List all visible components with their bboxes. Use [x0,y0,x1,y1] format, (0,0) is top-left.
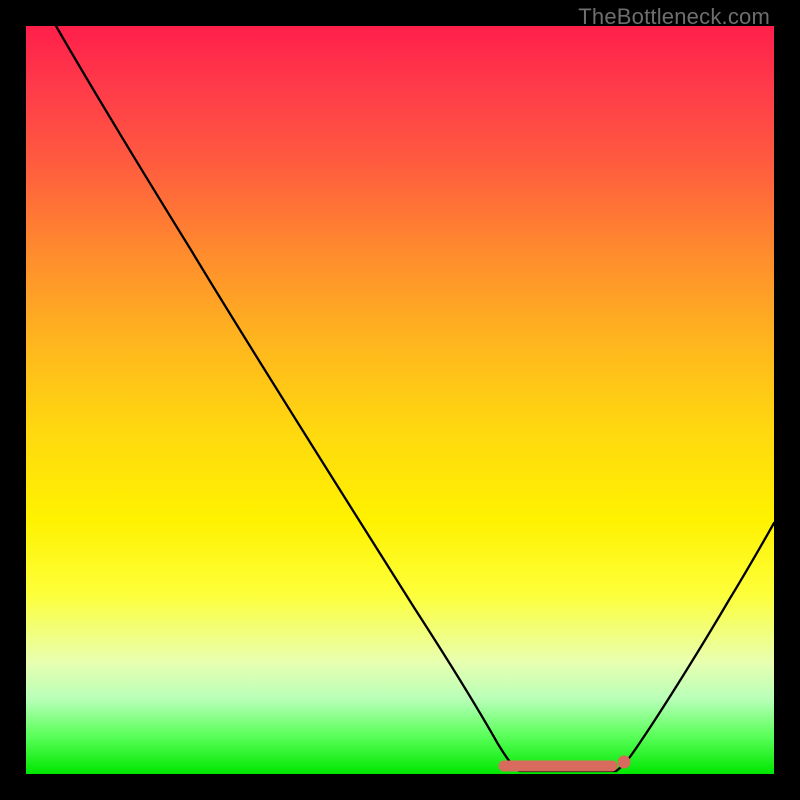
bottleneck-curve [56,26,774,771]
chart-frame: TheBottleneck.com [0,0,800,800]
plot-area [26,26,774,774]
fit-range-end-dot [618,756,631,769]
curve-layer [26,26,774,774]
watermark-text: TheBottleneck.com [578,4,770,30]
